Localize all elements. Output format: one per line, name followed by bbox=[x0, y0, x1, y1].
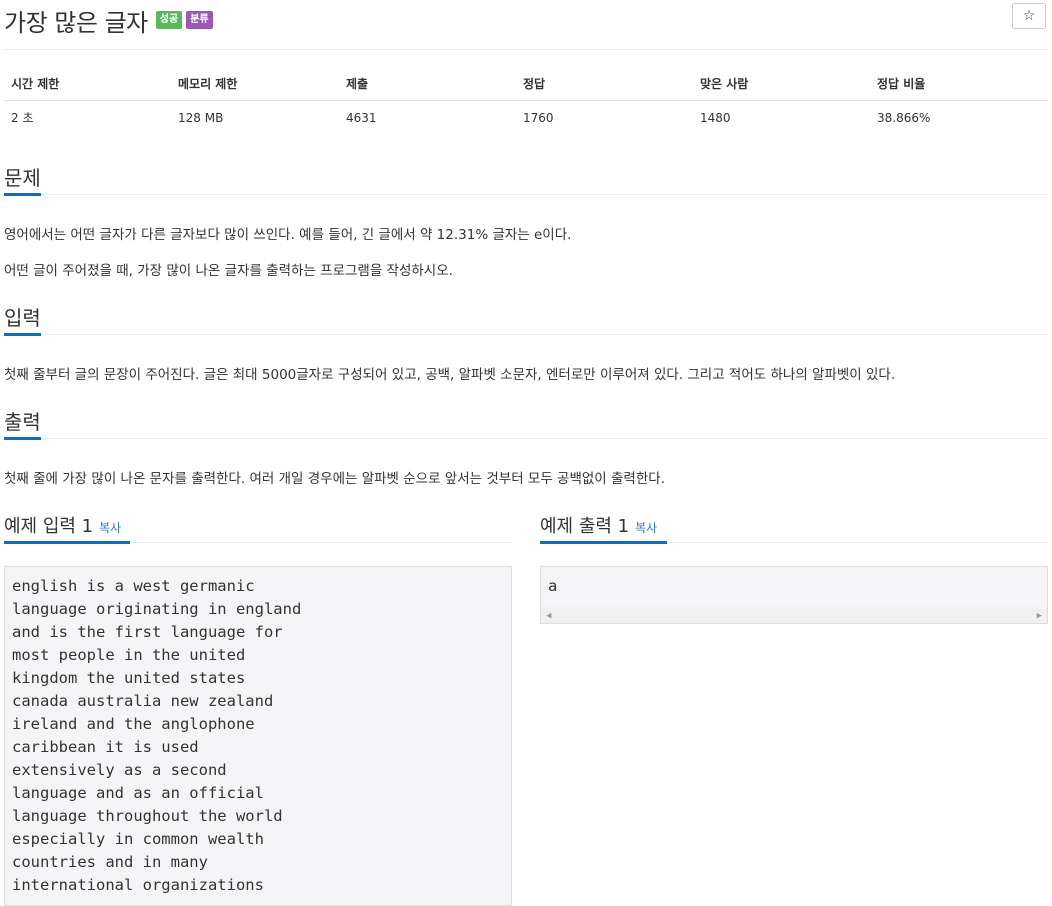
header-memory-limit: 메모리 제한 bbox=[171, 67, 339, 101]
description-paragraph: 어떤 글이 주어졌을 때, 가장 많이 나온 글자를 출력하는 프로그램을 작성… bbox=[4, 263, 453, 279]
sample-input-line: and is the first language for bbox=[12, 623, 283, 641]
sample-input-line: language throughout the world bbox=[12, 807, 283, 825]
sample-input-line: language and as an official bbox=[12, 784, 264, 802]
sample-input-line: canada australia new zealand bbox=[12, 692, 274, 710]
solved-users-value[interactable]: 1480 bbox=[693, 101, 870, 135]
sample-input-heading: 예제 입력 1 복사 bbox=[4, 512, 121, 538]
header-submissions: 제출 bbox=[339, 67, 516, 101]
header-accepted: 정답 bbox=[516, 67, 693, 101]
sample-input-line: language originating in england bbox=[12, 600, 302, 618]
input-paragraph: 첫째 줄부터 글의 문장이 주어진다. 글은 최대 5000글자로 구성되어 있… bbox=[4, 367, 896, 383]
star-icon: ☆ bbox=[1022, 8, 1036, 24]
accept-ratio-value: 38.866% bbox=[877, 110, 931, 125]
time-limit-value: 2 초 bbox=[11, 111, 34, 125]
header-solved-users: 맞은 사람 bbox=[693, 67, 870, 101]
divider bbox=[4, 438, 1048, 439]
section-underline bbox=[4, 333, 41, 336]
section-heading-input: 입력 bbox=[4, 306, 41, 330]
sample-input-box[interactable]: english is a west germanic language orig… bbox=[4, 566, 512, 906]
section-underline bbox=[4, 541, 130, 544]
copy-input-button[interactable]: 복사 bbox=[99, 521, 121, 535]
problem-title: 가장 많은 글자 bbox=[4, 8, 148, 37]
category-badge[interactable]: 분류 bbox=[186, 11, 213, 29]
section-heading-description: 문제 bbox=[4, 166, 41, 190]
sample-input-title: 예제 입력 1 bbox=[4, 516, 94, 537]
section-underline bbox=[4, 437, 41, 440]
header-accept-ratio: 정답 비율 bbox=[870, 67, 1048, 101]
sample-input-line: most people in the united bbox=[12, 646, 246, 664]
table-header-row: 시간 제한 메모리 제한 제출 정답 맞은 사람 정답 비율 bbox=[4, 67, 1048, 101]
table-row: 2 초 128 MB 4631 1760 1480 38.866% bbox=[4, 101, 1048, 135]
header-time-limit: 시간 제한 bbox=[4, 67, 171, 101]
problem-info-table: 시간 제한 메모리 제한 제출 정답 맞은 사람 정답 비율 2 초 128 M… bbox=[4, 67, 1048, 134]
horizontal-scrollbar[interactable]: ◀ ▶ bbox=[541, 607, 1047, 623]
divider bbox=[4, 49, 1048, 50]
memory-limit-value: 128 MB bbox=[178, 110, 224, 125]
sample-output-box[interactable]: a ◀ ▶ bbox=[540, 566, 1048, 624]
accepted-value[interactable]: 1760 bbox=[516, 101, 693, 135]
submissions-value[interactable]: 4631 bbox=[339, 101, 516, 135]
section-underline bbox=[540, 541, 667, 544]
sample-output-title: 예제 출력 1 bbox=[540, 516, 630, 537]
description-paragraph: 영어에서는 어떤 글자가 다른 글자보다 많이 쓰인다. 예를 들어, 긴 글에… bbox=[4, 227, 572, 243]
divider bbox=[4, 194, 1048, 195]
copy-output-button[interactable]: 복사 bbox=[635, 521, 657, 535]
divider bbox=[4, 334, 1048, 335]
status-badge[interactable]: 성공 bbox=[155, 11, 183, 29]
sample-output-line: a bbox=[548, 577, 558, 595]
sample-output-heading: 예제 출력 1 복사 bbox=[540, 512, 657, 538]
sample-input-line: extensively as a second bbox=[12, 761, 227, 779]
output-paragraph: 첫째 줄에 가장 많이 나온 문자를 출력한다. 여러 개일 경우에는 알파벳 … bbox=[4, 471, 665, 487]
scroll-right-icon[interactable]: ▶ bbox=[1037, 611, 1042, 621]
sample-input-line: ireland and the anglophone bbox=[12, 715, 255, 733]
sample-input-line: caribbean it is used bbox=[12, 738, 199, 756]
sample-input-line: countries and in many bbox=[12, 853, 208, 871]
section-heading-output: 출력 bbox=[4, 410, 41, 434]
section-underline bbox=[4, 193, 41, 196]
scroll-left-icon[interactable]: ◀ bbox=[546, 611, 551, 621]
star-button[interactable]: ☆ bbox=[1012, 3, 1046, 29]
problem-header: 가장 많은 글자 성공 분류 bbox=[4, 2, 213, 38]
sample-input-line: kingdom the united states bbox=[12, 669, 246, 687]
sample-input-line: especially in common wealth bbox=[12, 830, 264, 848]
sample-input-line: english is a west germanic bbox=[12, 577, 255, 595]
sample-input-line: international organizations bbox=[12, 876, 264, 894]
